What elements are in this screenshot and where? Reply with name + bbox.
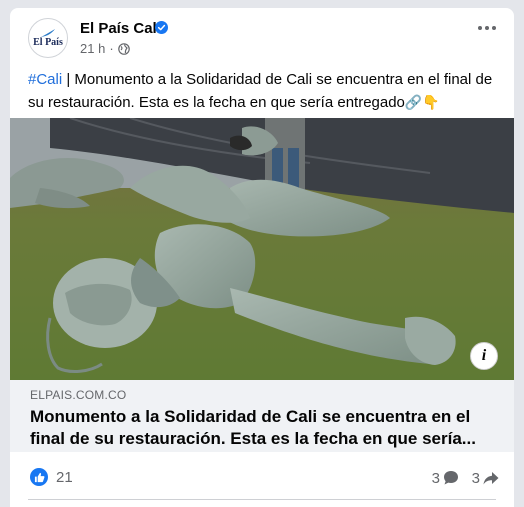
page-avatar[interactable]: El País — [28, 18, 68, 58]
more-options-button[interactable] — [478, 26, 496, 30]
like-icon[interactable] — [30, 468, 48, 486]
post-card: El País El País Cali 21 h · #Cali | Monu… — [10, 8, 514, 507]
link-title[interactable]: Monumento a la Solidaridad de Cali se en… — [30, 406, 490, 450]
statue-photo — [10, 118, 514, 380]
hashtag-link[interactable]: #Cali — [28, 71, 62, 88]
share-icon — [483, 472, 499, 485]
thumbs-up-icon — [34, 472, 44, 482]
globe-icon — [117, 42, 130, 55]
post-text: #Cali | Monumento a la Solidaridad de Ca… — [28, 68, 500, 115]
likes-count[interactable]: 21 — [56, 469, 73, 486]
more-dot — [478, 26, 482, 30]
action-divider — [28, 499, 496, 500]
avatar-logo-text: El País — [33, 37, 63, 48]
page-name-link[interactable]: El País Cali — [80, 20, 161, 37]
comments-count-button[interactable]: 3 — [432, 469, 460, 487]
more-dot — [485, 26, 489, 30]
meta-separator: · — [109, 41, 114, 56]
post-meta: 21 h · — [80, 41, 130, 56]
info-icon[interactable]: i — [470, 342, 498, 370]
comment-icon — [444, 471, 458, 485]
engagement-stats: 21 3 3 — [10, 464, 514, 492]
post-header: El País El País Cali 21 h · — [10, 8, 514, 68]
link-preview-caption[interactable]: ELPAIS.COM.CO Monumento a la Solidaridad… — [10, 380, 514, 452]
verified-badge-icon — [155, 21, 168, 34]
comments-count: 3 — [431, 469, 440, 487]
link-domain: ELPAIS.COM.CO — [30, 388, 127, 402]
shares-count-button[interactable]: 3 — [472, 469, 500, 487]
post-timestamp[interactable]: 21 h — [80, 41, 105, 56]
link-preview-image[interactable]: i — [10, 118, 514, 380]
shares-count: 3 — [471, 469, 480, 487]
more-dot — [492, 26, 496, 30]
post-emojis: 🔗👇 — [404, 95, 440, 111]
